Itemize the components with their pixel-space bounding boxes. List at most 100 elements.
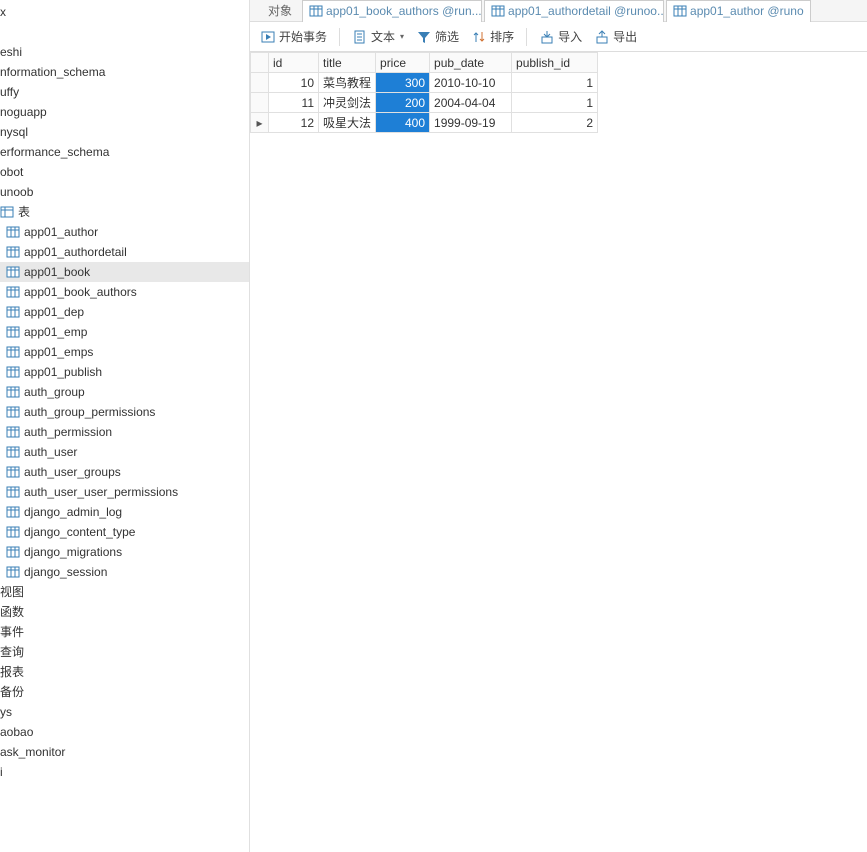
table-item[interactable]: app01_book bbox=[0, 262, 249, 282]
views-node[interactable]: 视图 bbox=[0, 582, 249, 602]
table-icon bbox=[6, 226, 20, 238]
table-item[interactable]: django_session bbox=[0, 562, 249, 582]
db-item[interactable]: nysql bbox=[0, 122, 249, 142]
db-item[interactable]: erformance_schema bbox=[0, 142, 249, 162]
toolbar: 开始事务 文本 ▾ 筛选 排序 导入 bbox=[250, 22, 867, 52]
table-group-icon bbox=[0, 206, 14, 218]
table-item[interactable]: app01_authordetail bbox=[0, 242, 249, 262]
cell-publish_id[interactable]: 1 bbox=[512, 93, 598, 113]
table-item[interactable]: auth_user bbox=[0, 442, 249, 462]
table-row[interactable]: 11冲灵剑法2002004-04-041 bbox=[251, 93, 598, 113]
table-item-label: app01_book bbox=[24, 262, 90, 282]
db-item[interactable]: x bbox=[0, 2, 249, 22]
import-button[interactable]: 导入 bbox=[535, 25, 586, 49]
table-item[interactable]: auth_user_user_permissions bbox=[0, 482, 249, 502]
table-item-label: auth_group_permissions bbox=[24, 402, 155, 422]
db-item[interactable]: obot bbox=[0, 162, 249, 182]
column-header-publish_id[interactable]: publish_id bbox=[512, 53, 598, 73]
functions-node[interactable]: 函数 bbox=[0, 602, 249, 622]
column-header-pub_date[interactable]: pub_date bbox=[430, 53, 512, 73]
table-item[interactable]: auth_user_groups bbox=[0, 462, 249, 482]
column-header-price[interactable]: price bbox=[376, 53, 430, 73]
table-item-label: django_admin_log bbox=[24, 502, 122, 522]
table-item[interactable]: auth_permission bbox=[0, 422, 249, 442]
sort-icon bbox=[471, 29, 487, 45]
text-view-button[interactable]: 文本 ▾ bbox=[348, 25, 408, 49]
tab-table[interactable]: app01_book_authors @run... bbox=[302, 0, 482, 22]
backups-node[interactable]: 备份 bbox=[0, 682, 249, 702]
db-item[interactable]: noguapp bbox=[0, 102, 249, 122]
cell-price[interactable]: 300 bbox=[376, 73, 430, 93]
cell-pub_date[interactable]: 2010-10-10 bbox=[430, 73, 512, 93]
cell-publish_id[interactable]: 2 bbox=[512, 113, 598, 133]
row-marker[interactable] bbox=[251, 73, 269, 93]
db-item[interactable]: unoob bbox=[0, 182, 249, 202]
table-icon bbox=[491, 5, 505, 17]
filter-button[interactable]: 筛选 bbox=[412, 25, 463, 49]
cell-title[interactable]: 吸星大法 bbox=[319, 113, 376, 133]
tab-objects[interactable]: 对象 bbox=[258, 0, 302, 22]
header-row: id title price pub_date publish_id bbox=[251, 53, 598, 73]
column-header-title[interactable]: title bbox=[319, 53, 376, 73]
reports-node[interactable]: 报表 bbox=[0, 662, 249, 682]
table-item-label: auth_user_user_permissions bbox=[24, 482, 178, 502]
row-marker[interactable] bbox=[251, 93, 269, 113]
table-icon bbox=[6, 346, 20, 358]
table-item[interactable]: app01_emps bbox=[0, 342, 249, 362]
queries-node[interactable]: 查询 bbox=[0, 642, 249, 662]
cell-id[interactable]: 11 bbox=[269, 93, 319, 113]
play-icon bbox=[260, 29, 276, 45]
cell-price[interactable]: 400 bbox=[376, 113, 430, 133]
table-item[interactable]: auth_group_permissions bbox=[0, 402, 249, 422]
table-icon bbox=[6, 466, 20, 478]
db-item[interactable]: i bbox=[0, 762, 249, 782]
table-item[interactable]: django_migrations bbox=[0, 542, 249, 562]
tab-label: app01_book_authors @run... bbox=[326, 4, 482, 18]
data-grid[interactable]: id title price pub_date publish_id 10菜鸟教… bbox=[250, 52, 598, 133]
table-item[interactable]: django_content_type bbox=[0, 522, 249, 542]
db-item[interactable]: uffy bbox=[0, 82, 249, 102]
db-item[interactable]: ask_monitor bbox=[0, 742, 249, 762]
export-icon bbox=[594, 29, 610, 45]
cell-title[interactable]: 菜鸟教程 bbox=[319, 73, 376, 93]
tab-table[interactable]: app01_author @runo bbox=[666, 0, 811, 22]
db-item[interactable]: nformation_schema bbox=[0, 62, 249, 82]
table-item[interactable]: app01_book_authors bbox=[0, 282, 249, 302]
table-icon bbox=[6, 326, 20, 338]
events-node[interactable]: 事件 bbox=[0, 622, 249, 642]
export-button[interactable]: 导出 bbox=[590, 25, 641, 49]
table-icon bbox=[6, 386, 20, 398]
table-icon bbox=[6, 266, 20, 278]
table-item[interactable]: app01_author bbox=[0, 222, 249, 242]
cell-publish_id[interactable]: 1 bbox=[512, 73, 598, 93]
table-item[interactable]: auth_group bbox=[0, 382, 249, 402]
db-item[interactable]: eshi bbox=[0, 42, 249, 62]
cell-id[interactable]: 12 bbox=[269, 113, 319, 133]
table-item[interactable]: django_admin_log bbox=[0, 502, 249, 522]
table-row[interactable]: ▸12吸星大法4001999-09-192 bbox=[251, 113, 598, 133]
cell-price[interactable]: 200 bbox=[376, 93, 430, 113]
cell-id[interactable]: 10 bbox=[269, 73, 319, 93]
table-item[interactable]: app01_dep bbox=[0, 302, 249, 322]
row-marker[interactable]: ▸ bbox=[251, 113, 269, 133]
db-item[interactable]: aobao bbox=[0, 722, 249, 742]
table-row[interactable]: 10菜鸟教程3002010-10-101 bbox=[251, 73, 598, 93]
sort-button[interactable]: 排序 bbox=[467, 25, 518, 49]
table-icon bbox=[6, 566, 20, 578]
table-item[interactable]: app01_emp bbox=[0, 322, 249, 342]
cell-pub_date[interactable]: 2004-04-04 bbox=[430, 93, 512, 113]
row-header-corner[interactable] bbox=[251, 53, 269, 73]
begin-transaction-button[interactable]: 开始事务 bbox=[256, 25, 331, 49]
db-item[interactable] bbox=[0, 22, 249, 42]
cell-title[interactable]: 冲灵剑法 bbox=[319, 93, 376, 113]
column-header-id[interactable]: id bbox=[269, 53, 319, 73]
table-item[interactable]: app01_publish bbox=[0, 362, 249, 382]
db-item[interactable]: ys bbox=[0, 702, 249, 722]
table-icon bbox=[6, 246, 20, 258]
table-icon bbox=[6, 526, 20, 538]
tables-node[interactable]: 表 bbox=[0, 202, 249, 222]
table-icon bbox=[673, 5, 687, 17]
cell-pub_date[interactable]: 1999-09-19 bbox=[430, 113, 512, 133]
table-item-label: auth_group bbox=[24, 382, 85, 402]
tab-table[interactable]: app01_authordetail @runoo... bbox=[484, 0, 664, 22]
